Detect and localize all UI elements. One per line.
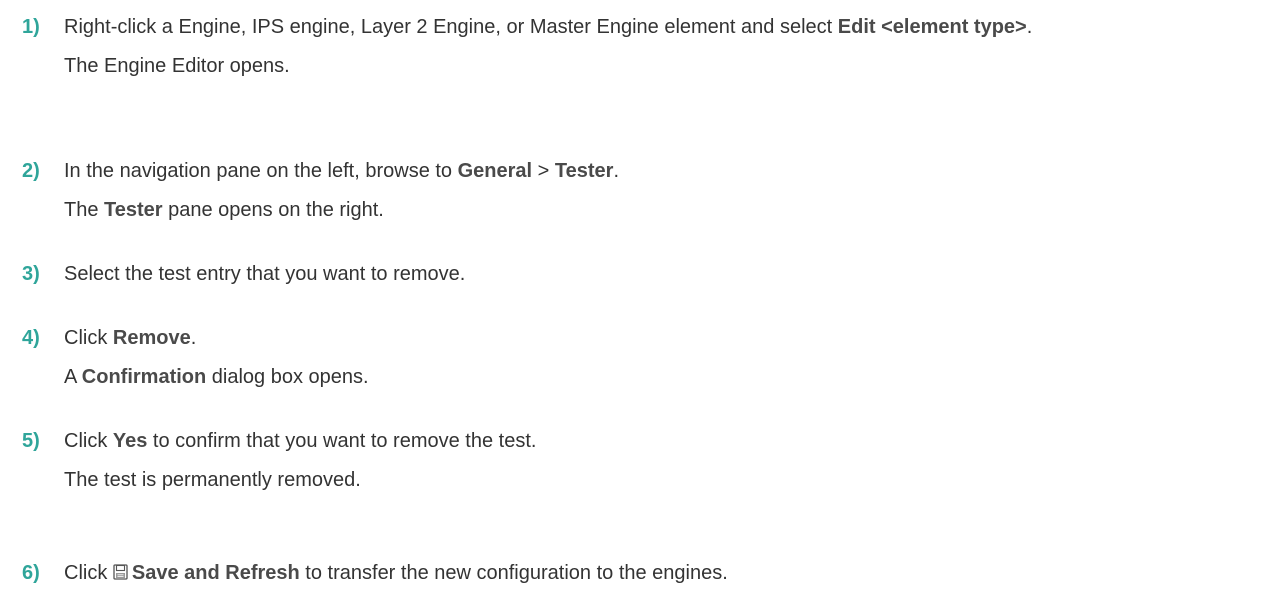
instruction-text: > <box>532 160 555 182</box>
step-number: 6) <box>22 562 40 584</box>
instruction-text: to confirm that you want to remove the t… <box>147 430 537 452</box>
step-instruction: Click Remove. <box>64 323 1269 353</box>
step-body: Click Save and Refresh to transfer the n… <box>64 558 1269 588</box>
step-body: Right-click a Engine, IPS engine, Layer … <box>64 12 1269 81</box>
step-number: 1) <box>22 16 40 38</box>
result-text: pane opens on the right. <box>162 199 384 221</box>
step-instruction: Right-click a Engine, IPS engine, Layer … <box>64 12 1269 42</box>
instruction-text: to transfer the new configuration to the… <box>299 562 728 584</box>
ui-term: General <box>457 160 533 182</box>
step-result: The test is permanently removed. <box>64 469 361 491</box>
result-text: The <box>64 199 105 221</box>
step-number: 3) <box>22 263 40 285</box>
step-number: 2) <box>22 160 40 182</box>
instruction-text: Right-click a Engine, IPS engine, Layer … <box>64 16 838 38</box>
step-result: The Engine Editor opens. <box>64 55 290 77</box>
step-result: The Tester pane opens on the right. <box>64 195 1269 225</box>
save-icon <box>113 564 128 580</box>
instruction-text: . <box>190 327 197 349</box>
ui-term: Tester <box>554 160 614 182</box>
step-result: A Confirmation dialog box opens. <box>64 362 1269 392</box>
step-instruction: In the navigation pane on the left, brow… <box>64 156 1269 186</box>
step-number: 4) <box>22 327 40 349</box>
step-instruction: Select the test entry that you want to r… <box>64 263 466 285</box>
instruction-text: Click <box>64 562 113 584</box>
ui-term: Tester <box>104 199 163 221</box>
step-body: Select the test entry that you want to r… <box>64 259 1269 289</box>
ui-term: Yes <box>112 430 148 452</box>
result-text: A <box>64 366 82 388</box>
result-text: dialog box opens. <box>206 366 369 388</box>
step-body: Click Yes to confirm that you want to re… <box>64 426 1269 495</box>
step-body: In the navigation pane on the left, brow… <box>64 156 1269 225</box>
step-instruction: Click Save and Refresh to transfer the n… <box>64 558 1269 588</box>
instruction-text: Click <box>64 430 113 452</box>
instruction-text: In the navigation pane on the left, brow… <box>64 160 458 182</box>
step-number: 5) <box>22 430 40 452</box>
instruction-text: . <box>613 160 619 182</box>
instruction-text: Click <box>64 327 113 349</box>
instruction-text: . <box>1026 16 1033 38</box>
ui-term: Confirmation <box>81 366 207 388</box>
ui-term: Edit <element type> <box>837 16 1027 38</box>
ui-term: Save and Refresh <box>131 562 300 584</box>
step-instruction: Click Yes to confirm that you want to re… <box>64 426 1269 456</box>
step-body: Click Remove. A Confirmation dialog box … <box>64 323 1269 392</box>
ui-term: Remove <box>112 327 191 349</box>
